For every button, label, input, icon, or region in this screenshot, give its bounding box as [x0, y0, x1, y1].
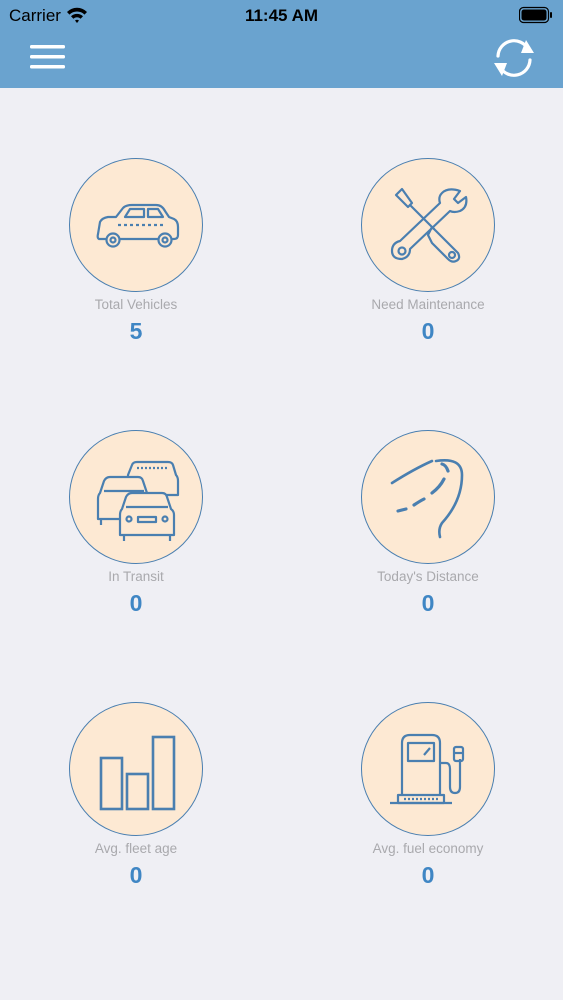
status-time: 11:45 AM: [244, 6, 319, 25]
avg-fleet-age-button[interactable]: [69, 702, 203, 836]
total-vehicles-button[interactable]: [69, 158, 203, 292]
refresh-icon[interactable]: [490, 36, 538, 80]
road-icon: [390, 459, 464, 539]
stat-value: 0: [421, 590, 435, 616]
stat-tile-total-vehicles: Total Vehicles 5: [26, 158, 246, 358]
stat-label: Avg. fuel economy: [372, 841, 484, 856]
wrench-screwdriver-icon: [390, 187, 468, 263]
avg-fuel-economy-button[interactable]: [361, 702, 495, 836]
stat-label: Need Maintenance: [371, 297, 485, 312]
navigation-bar: Carrier 11:45 AM: [0, 0, 563, 88]
car-icon: [96, 203, 180, 248]
hamburger-menu-icon[interactable]: [28, 40, 68, 74]
stat-value: 0: [421, 862, 435, 888]
fuel-pump-icon: [390, 733, 465, 805]
stat-value: 5: [129, 318, 143, 344]
battery-icon: [519, 6, 552, 24]
stat-value: 0: [421, 318, 435, 344]
stat-label: Today's Distance: [377, 569, 479, 584]
stat-label: Avg. fleet age: [94, 841, 178, 856]
traffic-cars-icon: [96, 460, 180, 541]
todays-distance-button[interactable]: [361, 430, 495, 564]
stat-label: In Transit: [108, 569, 164, 584]
stat-tile-avg-fuel-economy: Avg. fuel economy 0: [318, 702, 538, 902]
need-maintenance-button[interactable]: [361, 158, 495, 292]
stat-label: Total Vehicles: [94, 297, 178, 312]
stat-value: 0: [129, 590, 143, 616]
in-transit-button[interactable]: [69, 430, 203, 564]
stat-value: 0: [129, 862, 143, 888]
stat-tile-avg-fleet-age: Avg. fleet age 0: [26, 702, 246, 902]
stat-tile-need-maintenance: Need Maintenance 0: [318, 158, 538, 358]
status-bar: Carrier 11:45 AM: [0, 0, 563, 30]
stat-tile-todays-distance: Today's Distance 0: [318, 430, 538, 630]
stat-tile-in-transit: In Transit 0: [26, 430, 246, 630]
bar-chart-icon: [99, 735, 176, 811]
